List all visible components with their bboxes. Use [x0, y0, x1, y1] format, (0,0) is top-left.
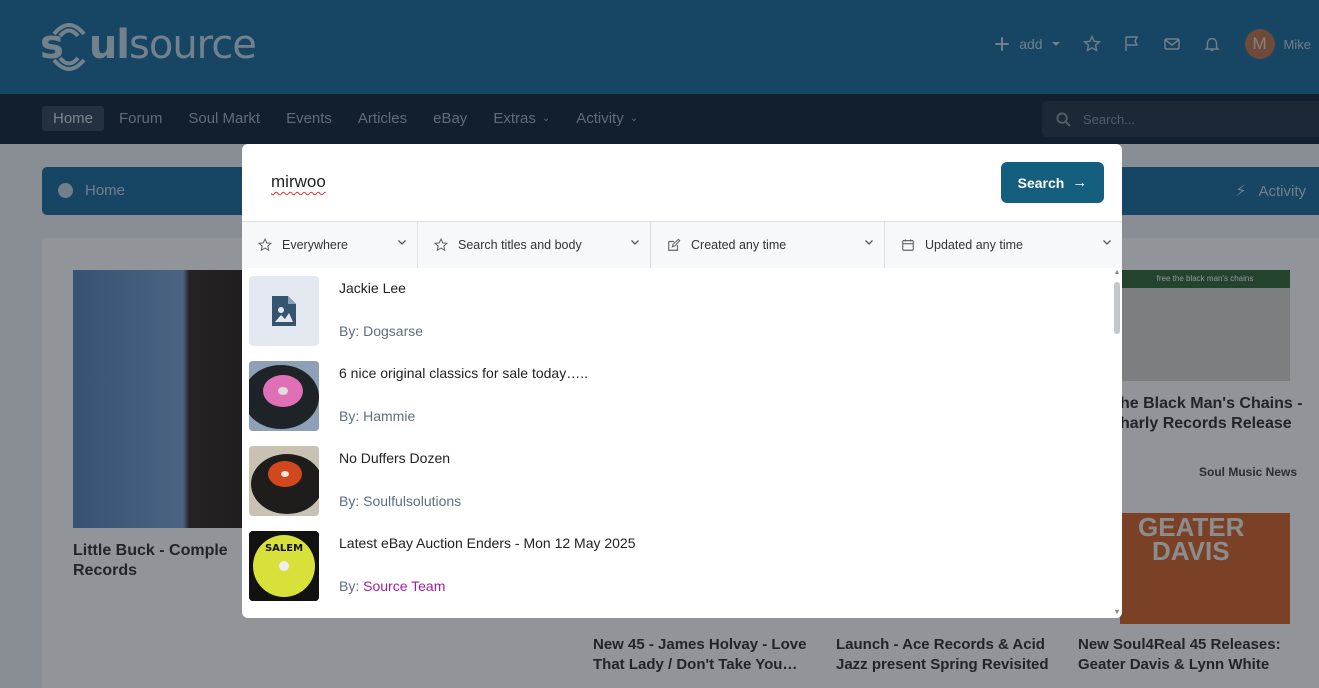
search-filters: Everywhere Search titles and body Create…: [242, 221, 1122, 268]
result-author: By: Soulfulsolutions: [339, 493, 461, 509]
author-prefix: By:: [339, 323, 360, 339]
filter-label: Everywhere: [282, 238, 348, 252]
result-title: No Duffers Dozen: [339, 450, 451, 466]
result-title: Latest eBay Auction Enders - Mon 12 May …: [339, 535, 636, 551]
arrow-right-icon: →: [1072, 174, 1088, 191]
record-label-text: SALEM: [265, 543, 303, 554]
result-item[interactable]: SALEM Latest eBay Auction Enders - Mon 1…: [249, 531, 1109, 601]
result-item[interactable]: 6 nice original classics for sale today……: [249, 361, 1109, 431]
result-author: By: Hammie: [339, 408, 415, 424]
search-button[interactable]: Search →: [1001, 162, 1104, 203]
scroll-thumb[interactable]: [1114, 282, 1120, 334]
search-query-input[interactable]: mirwoo: [271, 172, 326, 192]
result-title: 6 nice original classics for sale today……: [339, 365, 588, 381]
author-link[interactable]: Source Team: [363, 578, 445, 594]
filter-search-in[interactable]: Search titles and body: [418, 222, 651, 268]
filter-updated[interactable]: Updated any time: [885, 222, 1122, 268]
search-results: Jackie Lee By: Dogsarse 6 nice original …: [242, 268, 1112, 618]
calendar-icon: [902, 239, 914, 251]
search-modal: mirwoo Search → Everywhere Search titles…: [242, 144, 1122, 618]
star-icon: [258, 238, 272, 252]
search-button-label: Search: [1017, 174, 1065, 191]
filter-label: Search titles and body: [458, 238, 582, 252]
result-item[interactable]: Jackie Lee By: Dogsarse: [249, 276, 1109, 346]
author-link[interactable]: Hammie: [363, 408, 415, 424]
result-author: By: Source Team: [339, 578, 445, 594]
chevron-down-icon: [1103, 240, 1111, 245]
results-scrollbar[interactable]: ▲ ▼: [1112, 268, 1122, 618]
chevron-down-icon: [865, 240, 873, 245]
red-record-thumbnail: [249, 446, 319, 516]
author-prefix: By:: [339, 493, 360, 509]
scroll-up-icon[interactable]: ▲: [1113, 269, 1121, 277]
author-prefix: By:: [339, 408, 360, 424]
result-author: By: Dogsarse: [339, 323, 423, 339]
author-link[interactable]: Dogsarse: [363, 323, 423, 339]
filter-label: Updated any time: [925, 238, 1023, 252]
result-item[interactable]: No Duffers Dozen By: Soulfulsolutions: [249, 446, 1109, 516]
filter-label: Created any time: [691, 238, 787, 252]
chevron-down-icon: [398, 240, 406, 245]
pink-record-thumbnail: [249, 361, 319, 431]
star-icon: [434, 238, 448, 252]
author-prefix: By:: [339, 578, 360, 594]
filter-scope[interactable]: Everywhere: [242, 222, 418, 268]
salem-record-thumbnail: SALEM: [249, 531, 319, 601]
placeholder-image-icon: [249, 276, 319, 346]
result-title: Jackie Lee: [339, 280, 406, 296]
filter-created[interactable]: Created any time: [651, 222, 885, 268]
author-link[interactable]: Soulfulsolutions: [363, 493, 461, 509]
scroll-down-icon[interactable]: ▼: [1113, 609, 1121, 617]
chevron-down-icon: [631, 240, 639, 245]
edit-icon: [668, 238, 681, 251]
